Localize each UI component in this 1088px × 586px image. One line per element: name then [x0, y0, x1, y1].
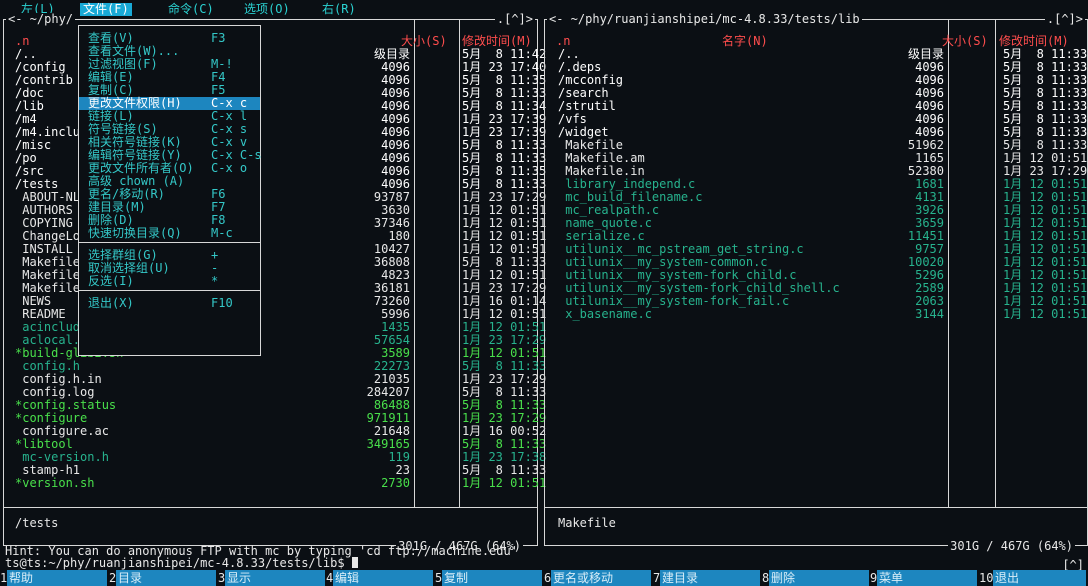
file-menu-item[interactable]: 退出(X) F10	[79, 297, 260, 310]
fkey-label: 更名或移动	[551, 570, 651, 586]
fkey-7[interactable]: 7 建目录	[653, 570, 762, 586]
fkey-10[interactable]: 10 退出	[979, 570, 1088, 586]
right-header-name[interactable]: 名字(N)	[722, 35, 768, 48]
file-name: *configure	[15, 412, 88, 425]
menu-separator	[79, 290, 260, 291]
right-free-space: 301G / 467G (64%)	[948, 539, 1075, 553]
file-row[interactable]: x_basename.c 3144 1月 12 01:51	[545, 308, 1087, 321]
menu-file[interactable]: 文件(F)	[80, 3, 132, 16]
right-panel[interactable]: <- ~/phy/ruanjianshipei/mc-4.8.33/tests/…	[544, 13, 1088, 553]
file-name: stamp-h1	[15, 464, 81, 477]
function-key-bar: 1 帮助 2 目录 3 显示 4 编辑 5 复制 6 更名或移动 7 建目录 8 删除 9 菜单 10 退出	[0, 570, 1088, 586]
file-size: 2730	[381, 476, 410, 490]
file-mtime: 1月 12 01:51	[1003, 307, 1088, 321]
fkey-label: 建目录	[660, 570, 760, 586]
fkey-5[interactable]: 5 复制	[435, 570, 544, 586]
file-row[interactable]: config.h.in 21035 1月 23 17:29	[4, 373, 546, 386]
command-prompt[interactable]: ts@ts:~/phy/ruanjianshipei/mc-4.8.33/tes…	[5, 557, 358, 570]
menu-item-shortcut: *	[211, 274, 219, 288]
file-row[interactable]: *libtool 349165 5月 8 11:33	[4, 438, 546, 451]
fkey-6[interactable]: 6 更名或移动	[544, 570, 653, 586]
menu-item-shortcut: F3	[211, 31, 226, 45]
menu-command[interactable]: 命令(C)	[168, 3, 214, 16]
fkey-label: 删除	[769, 570, 869, 586]
fkey-3[interactable]: 3 显示	[218, 570, 327, 586]
file-size: 3144	[915, 307, 944, 321]
right-header-size[interactable]: 大小(S)	[942, 35, 988, 48]
file-menu-dropdown: 查看(V) F3 查看文件(W)... 过滤视图(F) M-! 编辑(E) F4 复制(C) F…	[78, 25, 262, 356]
fkey-label: 显示	[225, 570, 325, 586]
fkey-label: 编辑	[333, 570, 433, 586]
right-status-file: Makefile	[558, 516, 616, 530]
file-name: config.log	[15, 386, 95, 399]
fkey-label: 菜单	[877, 570, 977, 586]
right-panel-indicator[interactable]: .[^]>	[1044, 13, 1085, 26]
fkey-4[interactable]: 4 编辑	[326, 570, 435, 586]
file-row[interactable]: *configure 971911 1月 23 17:29	[4, 412, 546, 425]
file-row[interactable]: configure.ac 21648 1月 16 00:52	[4, 425, 546, 438]
left-status-file: /tests	[15, 516, 59, 530]
left-status-separator	[4, 507, 537, 508]
menu-item-label: 退出(X)	[88, 296, 134, 310]
menu-right[interactable]: 右(R)	[322, 3, 356, 16]
file-menu-item[interactable]: 反选(I) *	[79, 275, 260, 288]
menu-item-shortcut: M-c	[211, 226, 233, 240]
file-name: configure.ac	[15, 425, 109, 438]
fkey-number: 10	[979, 571, 994, 585]
right-header-dot[interactable]: .n	[556, 35, 570, 48]
fkey-label: 复制	[442, 570, 542, 586]
menu-bar: 左(L) 文件(F) 命令(C) 选项(O) 右(R)	[0, 0, 1088, 19]
file-name: *libtool	[15, 438, 73, 451]
file-name: config.h	[15, 360, 81, 373]
file-row[interactable]: mc-version.h 119 1月 23 17:38	[4, 451, 546, 464]
fkey-label: 帮助	[7, 570, 107, 586]
fkey-2[interactable]: 2 目录	[109, 570, 218, 586]
file-row[interactable]: stamp-h1 23 5月 8 11:33	[4, 464, 546, 477]
fkey-label: 退出	[993, 570, 1086, 586]
file-name: *config.status	[15, 399, 117, 412]
fkey-8[interactable]: 8 删除	[762, 570, 871, 586]
file-name: config.h.in	[15, 373, 102, 386]
fkey-9[interactable]: 9 菜单	[870, 570, 979, 586]
file-row[interactable]: *config.status 86488 5月 8 11:33	[4, 399, 546, 412]
left-panel-indicator[interactable]: .[^]>	[494, 13, 535, 26]
cursor	[351, 557, 358, 568]
prompt-text: ts@ts:~/phy/ruanjianshipei/mc-4.8.33/tes…	[5, 556, 352, 570]
menu-item-shortcut: F10	[211, 296, 233, 310]
left-panel-path: <- ~/phy/	[6, 12, 76, 26]
file-mtime: 1月 12 01:51	[462, 476, 547, 490]
menu-item-shortcut: C-x o	[211, 161, 248, 175]
menu-options[interactable]: 选项(O)	[244, 3, 290, 16]
menu-item-label: 快速切换目录(Q)	[88, 226, 182, 240]
fkey-1[interactable]: 1 帮助	[0, 570, 109, 586]
file-row[interactable]: config.log 284207 5月 8 11:33	[4, 386, 546, 399]
file-row[interactable]: config.h 22273 5月 8 11:33	[4, 360, 546, 373]
fkey-label: 目录	[116, 570, 216, 586]
right-status-separator	[545, 507, 1087, 508]
right-panel-path: <- ~/phy/ruanjianshipei/mc-4.8.33/tests/…	[547, 12, 862, 26]
menu-item-label: 反选(I)	[88, 274, 134, 288]
menu-separator	[79, 242, 260, 243]
left-header-name[interactable]: .n	[15, 35, 29, 48]
file-name: mc-version.h	[15, 451, 109, 464]
file-row[interactable]: *version.sh 2730 1月 12 01:51	[4, 476, 546, 490]
file-menu-item[interactable]: 快速切换目录(Q) M-c	[79, 227, 260, 240]
file-name: *version.sh	[15, 477, 95, 490]
